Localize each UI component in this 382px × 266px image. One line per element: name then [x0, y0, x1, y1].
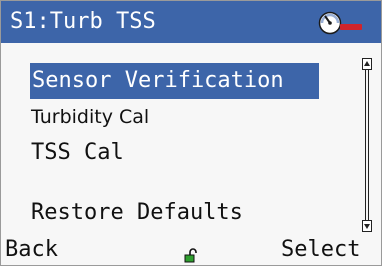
scrollbar[interactable]	[362, 58, 372, 232]
scroll-track[interactable]	[365, 70, 369, 220]
screen-title: S1:Turb TSS	[10, 9, 156, 34]
scroll-down-arrow-icon[interactable]	[362, 220, 372, 232]
title-bar: S1:Turb TSS	[1, 1, 381, 43]
scroll-up-arrow-icon[interactable]	[362, 58, 372, 70]
device-screen: S1:Turb TSS Sensor Verification Turbidit…	[0, 0, 382, 266]
menu-item-turbidity-cal[interactable]: Turbidity Cal	[31, 99, 149, 135]
menu-item-restore-defaults[interactable]: Restore Defaults	[31, 195, 243, 231]
menu-item-sensor-verification[interactable]: Sensor Verification	[30, 63, 319, 99]
back-softkey[interactable]: Back	[5, 235, 58, 265]
select-softkey[interactable]: Select	[281, 235, 360, 265]
gauge-icon	[318, 11, 362, 35]
menu-item-tss-cal[interactable]: TSS Cal	[31, 135, 124, 171]
unlocked-padlock-icon	[184, 248, 197, 263]
menu-list: Sensor Verification Turbidity Cal TSS Ca…	[1, 43, 357, 228]
